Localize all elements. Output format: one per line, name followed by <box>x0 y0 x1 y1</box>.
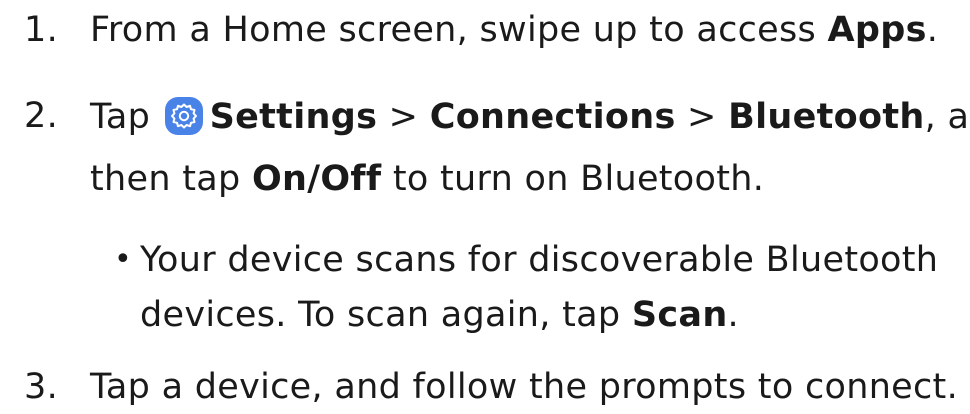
step-text: Tap Settings > Connections > Bluetooth, … <box>90 96 970 137</box>
bullet-text: devices. To scan again, tap Scan. <box>140 295 739 335</box>
step-text-part: . <box>926 10 939 50</box>
settings-label: Settings <box>209 97 378 137</box>
step-number: 3. <box>24 367 58 407</box>
step-text-part: From a Home screen, swipe up to access <box>90 10 828 50</box>
step-text: Tap a device, and follow the prompts to … <box>90 367 959 407</box>
scan-label: Scan <box>631 295 728 335</box>
step-text-part: , and <box>924 97 970 137</box>
step-number: 2. <box>24 96 58 136</box>
separator: > <box>687 97 717 137</box>
bullet-text: Your device scans for discoverable Bluet… <box>140 240 939 280</box>
step-text: then tap On/Off to turn on Bluetooth. <box>90 159 764 199</box>
bullet-symbol: • <box>114 242 132 277</box>
settings-gear-icon <box>164 96 204 136</box>
tap-text: Tap <box>90 97 151 137</box>
bullet-text-part: . <box>727 295 739 335</box>
step-text-part: to turn on Bluetooth. <box>381 159 765 199</box>
apps-label: Apps <box>827 10 927 50</box>
instructions-page: { "steps": [ { "number": "1.", "text_bef… <box>0 0 970 414</box>
separator: > <box>388 97 419 137</box>
bullet-text-part: devices. To scan again, tap <box>140 295 632 335</box>
onoff-label: On/Off <box>251 159 382 199</box>
step-text: From a Home screen, swipe up to access A… <box>90 10 938 50</box>
connections-label: Connections <box>429 97 676 137</box>
step-text-part: then tap <box>90 159 252 199</box>
bluetooth-label: Bluetooth <box>728 97 925 137</box>
step-number: 1. <box>24 10 58 50</box>
